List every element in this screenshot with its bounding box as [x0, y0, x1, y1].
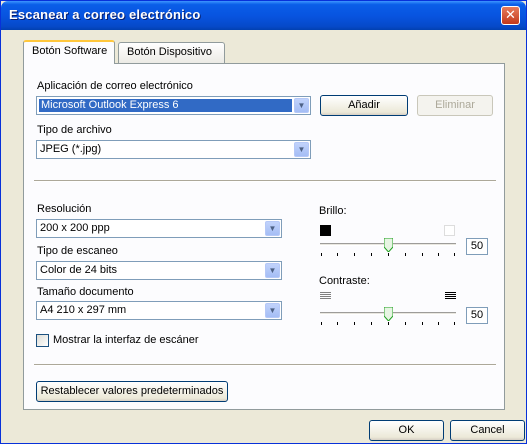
contrast-value[interactable]: 50 — [466, 307, 488, 324]
cancel-button-label: Cancel — [470, 424, 505, 436]
brightness-tick — [371, 253, 372, 256]
tab-panel: Aplicación de correo electrónico Microso… — [23, 63, 505, 410]
brightness-tick — [422, 253, 423, 256]
ok-button[interactable]: OK — [369, 420, 444, 441]
remove-button-label: Eliminar — [435, 99, 475, 111]
ok-button-label: OK — [398, 424, 415, 436]
contrast-tick — [438, 322, 439, 325]
contrast-label: Contraste: — [319, 275, 370, 287]
contrast-tick — [422, 322, 423, 325]
file-type-label: Tipo de archivo — [37, 124, 112, 136]
chevron-down-icon: ▼ — [265, 221, 280, 236]
brightness-tick — [354, 253, 355, 256]
high-contrast-icon — [445, 292, 456, 300]
brightness-tick — [438, 253, 439, 256]
window-title: Escanear a correo electrónico — [9, 7, 201, 22]
tab-software-label: Botón Software — [32, 45, 108, 57]
add-button[interactable]: Añadir — [320, 95, 408, 116]
low-contrast-icon — [320, 292, 331, 300]
email-app-value: Microsoft Outlook Express 6 — [39, 99, 292, 112]
brightness-tick — [337, 253, 338, 256]
doc-size-value: A4 210 x 297 mm — [40, 304, 127, 316]
tab-software-button[interactable]: Botón Software — [23, 40, 115, 64]
brightness-value[interactable]: 50 — [466, 238, 488, 255]
brightness-tick — [454, 253, 455, 256]
file-type-select[interactable]: JPEG (*.jpg) ▼ — [36, 140, 311, 159]
chevron-down-icon: ▼ — [265, 303, 280, 318]
contrast-tick — [454, 322, 455, 325]
light-swatch-icon — [444, 225, 455, 236]
resolution-label: Resolución — [37, 203, 92, 215]
contrast-tick — [405, 322, 406, 325]
brightness-thumb[interactable] — [383, 237, 394, 253]
dark-swatch-icon — [320, 225, 331, 236]
brightness-tick — [405, 253, 406, 256]
divider — [34, 180, 496, 182]
show-interface-label: Mostrar la interfaz de escáner — [53, 334, 199, 346]
contrast-tick — [337, 322, 338, 325]
reset-defaults-button[interactable]: Restablecer valores predeterminados — [36, 381, 228, 402]
scan-type-select[interactable]: Color de 24 bits ▼ — [36, 261, 282, 280]
email-app-label: Aplicación de correo electrónico — [37, 80, 193, 92]
scan-to-email-dialog: Escanear a correo electrónico ✕ Botón So… — [0, 0, 527, 444]
brightness-tick — [321, 253, 322, 256]
chevron-down-icon: ▼ — [265, 263, 280, 278]
tab-device-label: Botón Dispositivo — [127, 46, 212, 58]
contrast-thumb[interactable] — [383, 306, 394, 322]
remove-button[interactable]: Eliminar — [417, 95, 493, 116]
scan-type-label: Tipo de escaneo — [37, 245, 118, 257]
email-app-select[interactable]: Microsoft Outlook Express 6 ▼ — [36, 96, 311, 115]
tab-device-button[interactable]: Botón Dispositivo — [118, 42, 225, 63]
doc-size-select[interactable]: A4 210 x 297 mm ▼ — [36, 301, 282, 320]
contrast-slider[interactable] — [320, 306, 456, 327]
brightness-label: Brillo: — [319, 205, 347, 217]
cancel-button[interactable]: Cancel — [450, 420, 525, 441]
chevron-down-icon: ▼ — [294, 142, 309, 157]
reset-defaults-label: Restablecer valores predeterminados — [40, 385, 224, 397]
resolution-select[interactable]: 200 x 200 ppp ▼ — [36, 219, 282, 238]
show-interface-checkbox[interactable] — [36, 334, 49, 347]
file-type-value: JPEG (*.jpg) — [40, 143, 102, 155]
contrast-tick — [388, 322, 389, 325]
chevron-down-icon: ▼ — [294, 98, 309, 113]
brightness-tick — [388, 253, 389, 256]
scan-type-value: Color de 24 bits — [40, 264, 118, 276]
close-button[interactable]: ✕ — [501, 6, 520, 25]
doc-size-label: Tamaño documento — [37, 286, 134, 298]
divider — [34, 364, 496, 366]
contrast-tick — [354, 322, 355, 325]
brightness-slider[interactable] — [320, 237, 456, 258]
contrast-tick — [321, 322, 322, 325]
contrast-tick — [371, 322, 372, 325]
resolution-value: 200 x 200 ppp — [40, 222, 110, 234]
add-button-label: Añadir — [348, 99, 380, 111]
close-icon: ✕ — [505, 7, 516, 22]
title-bar[interactable]: Escanear a correo electrónico ✕ — [1, 1, 526, 30]
